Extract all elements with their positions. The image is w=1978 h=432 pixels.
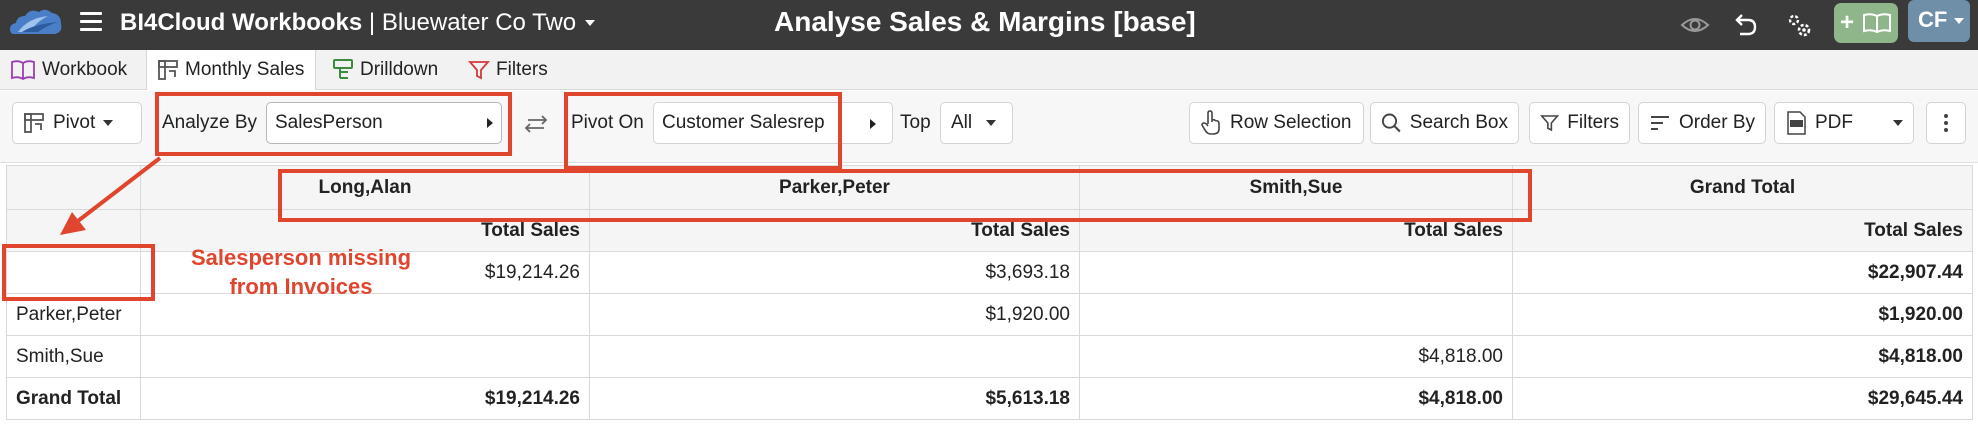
eye-icon[interactable]	[1678, 8, 1712, 42]
annotation-line: from Invoices	[229, 274, 373, 299]
app-title[interactable]: BI4Cloud Workbooks | Bluewater Co Two	[120, 9, 576, 37]
grand-total-cell[interactable]: $29,645.44	[1512, 377, 1973, 420]
settings-gear-icon[interactable]	[1782, 8, 1816, 42]
pivot-icon	[24, 113, 44, 133]
tab-filters[interactable]: Filters	[468, 50, 564, 90]
annotation-note: Salesperson missing from Invoices	[176, 243, 426, 301]
table-cell[interactable]: $5,613.18	[589, 377, 1080, 420]
filter-icon	[1540, 115, 1560, 132]
filter-icon	[468, 61, 490, 80]
title-separator: |	[368, 9, 376, 36]
column-header[interactable]: Grand Total	[1512, 165, 1973, 210]
pivot-label: Pivot	[53, 112, 96, 133]
undo-icon[interactable]	[1728, 8, 1762, 42]
row-selection-button[interactable]: Row Selection	[1189, 102, 1364, 144]
top-value: All	[951, 112, 973, 133]
tab-label: Monthly Sales	[185, 59, 305, 80]
pdf-label: PDF	[1815, 112, 1853, 133]
table-cell[interactable]: $3,693.18	[589, 251, 1080, 294]
annotation-box-pivot-columns	[278, 169, 1532, 222]
row-total-cell[interactable]: $4,818.00	[1512, 335, 1973, 378]
row-label[interactable]: Grand Total	[6, 377, 141, 420]
table-cell[interactable]	[140, 335, 590, 378]
plus-icon: +	[1840, 9, 1855, 36]
row-total-cell[interactable]: $1,920.00	[1512, 293, 1973, 336]
more-vertical-icon	[1944, 114, 1948, 132]
grand-total-row[interactable]: Grand Total $19,214.26 $5,613.18 $4,818.…	[6, 377, 1973, 420]
tabs-bar: Workbook Monthly Sales Drilldown Filters	[0, 50, 1978, 90]
table-cell[interactable]	[1079, 293, 1513, 336]
order-by-button[interactable]: Order By	[1638, 102, 1766, 144]
page-title: Analyse Sales & Margins [base]	[774, 6, 1196, 37]
company-dropdown-icon[interactable]	[585, 20, 595, 26]
annotation-box-analyze-by	[155, 92, 512, 156]
pivot-button[interactable]: Pivot	[12, 102, 142, 144]
top-bar: BI4Cloud Workbooks | Bluewater Co Two An…	[0, 0, 1978, 50]
table-cell[interactable]	[1079, 251, 1513, 294]
table-cell[interactable]: $19,214.26	[140, 377, 590, 420]
drilldown-icon	[333, 59, 353, 79]
measure-header[interactable]: Total Sales	[1512, 209, 1973, 252]
pivot-icon	[158, 60, 178, 80]
order-by-label: Order By	[1678, 112, 1755, 133]
filters-label: Filters	[1567, 112, 1619, 133]
app-name: BI4Cloud Workbooks	[120, 9, 363, 36]
row-label[interactable]: Smith,Sue	[6, 335, 141, 378]
user-initials: CF	[1918, 7, 1948, 32]
table-row[interactable]: Smith,Sue $4,818.00 $4,818.00	[6, 335, 1973, 378]
menu-icon[interactable]	[80, 12, 102, 32]
book-icon	[11, 60, 35, 81]
table-cell[interactable]: $4,818.00	[1079, 377, 1513, 420]
company-name: Bluewater Co Two	[381, 9, 577, 36]
add-workbook-button[interactable]: +	[1834, 3, 1898, 43]
search-box-button[interactable]: Search Box	[1370, 102, 1519, 144]
top-label: Top	[900, 112, 931, 133]
table-cell[interactable]	[589, 335, 1080, 378]
top-select[interactable]: All	[940, 102, 1013, 144]
pdf-export-button[interactable]: PDF	[1774, 102, 1914, 144]
header-stub	[6, 165, 141, 210]
tab-label: Drilldown	[360, 59, 439, 80]
tab-monthly-sales[interactable]: Monthly Sales	[146, 50, 316, 90]
sort-lines-icon	[1650, 116, 1669, 130]
more-options-button[interactable]	[1926, 102, 1966, 144]
cloud-logo-icon[interactable]	[8, 4, 64, 44]
open-book-icon	[1863, 13, 1891, 34]
tab-workbook[interactable]: Workbook	[10, 50, 144, 90]
row-total-cell[interactable]: $22,907.44	[1512, 251, 1973, 294]
table-cell[interactable]: $4,818.00	[1079, 335, 1513, 378]
tab-label: Filters	[496, 59, 548, 80]
chevron-down-icon	[1954, 18, 1964, 24]
table-cell[interactable]: $1,920.00	[589, 293, 1080, 336]
tab-drilldown[interactable]: Drilldown	[332, 50, 450, 90]
filters-button[interactable]: Filters	[1529, 102, 1630, 144]
chevron-right-icon	[870, 119, 876, 129]
row-selection-label: Row Selection	[1230, 112, 1352, 133]
search-icon	[1381, 113, 1401, 133]
annotation-line: Salesperson missing	[190, 245, 412, 270]
swap-arrows-icon[interactable]	[522, 112, 550, 136]
pointer-hand-icon	[1201, 110, 1220, 135]
chevron-down-icon	[986, 120, 997, 126]
chevron-down-icon	[103, 120, 114, 126]
annotation-box-pivot-on	[564, 92, 842, 170]
tab-label: Workbook	[42, 59, 128, 80]
annotation-box-missing-salesperson	[2, 244, 155, 301]
user-menu-button[interactable]: CF	[1908, 0, 1970, 42]
search-box-label: Search Box	[1409, 112, 1508, 133]
chevron-down-icon	[1893, 120, 1903, 126]
pdf-file-icon	[1787, 111, 1806, 135]
